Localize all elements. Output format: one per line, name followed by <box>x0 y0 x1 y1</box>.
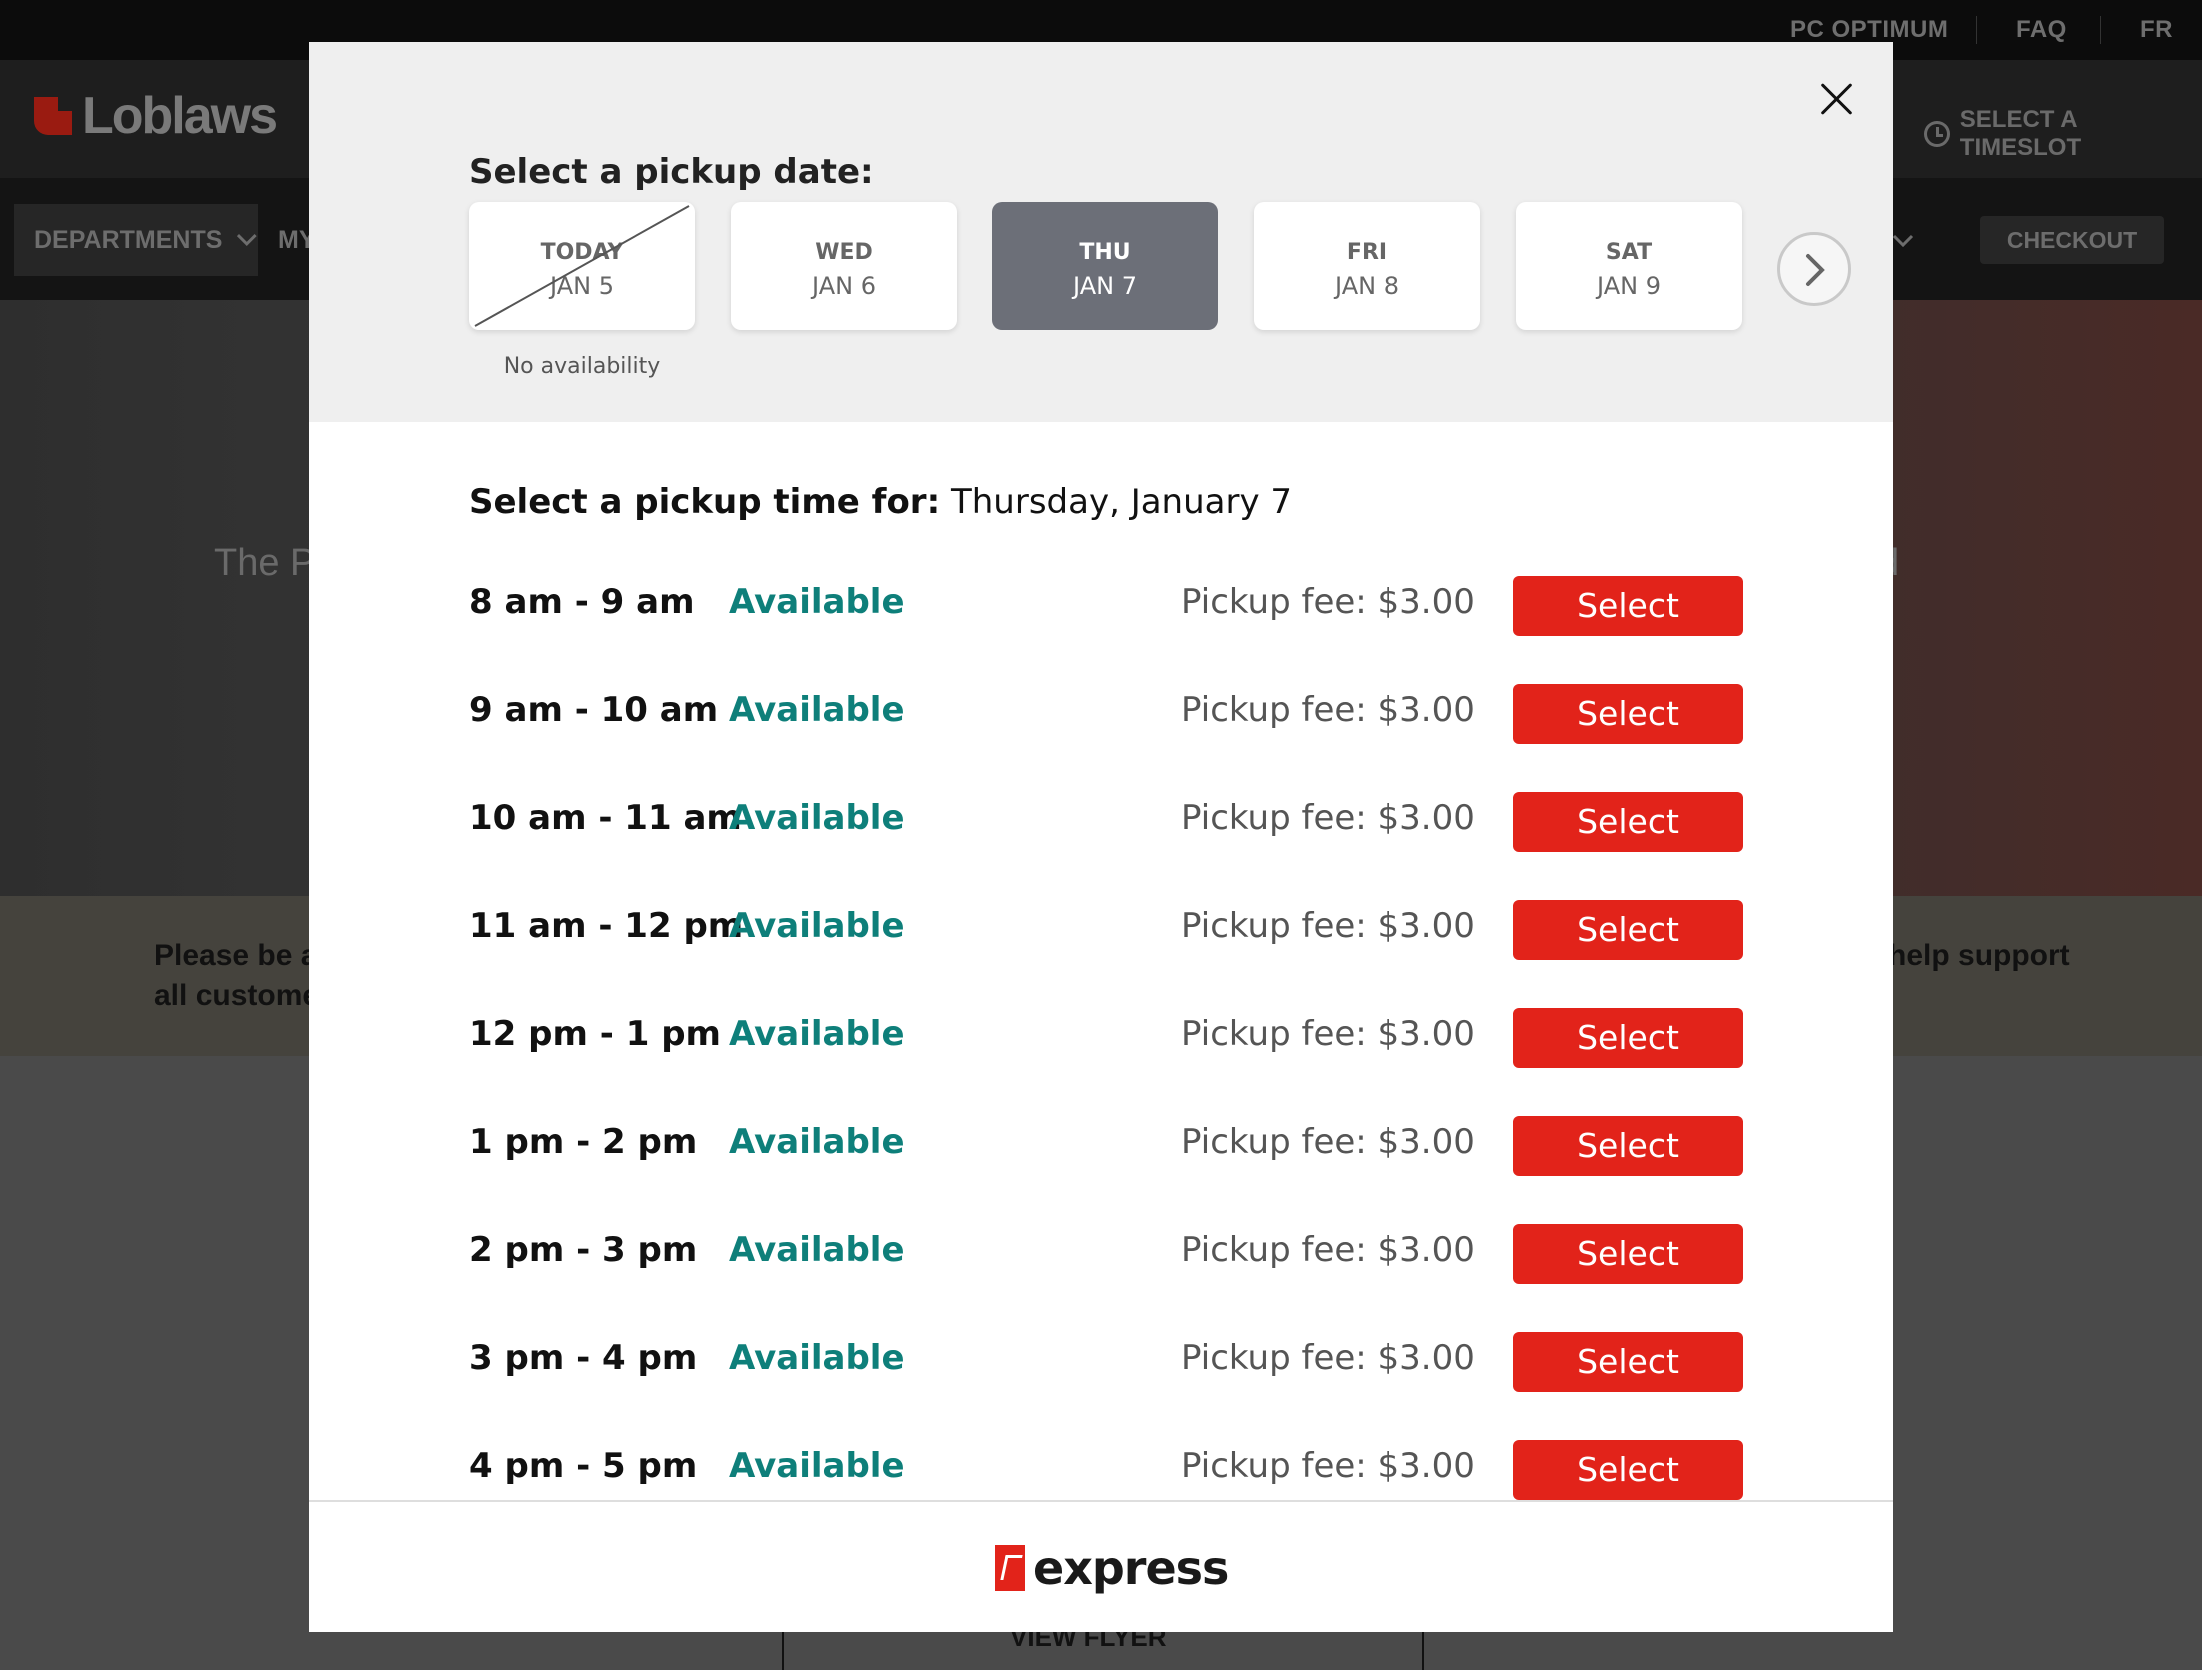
language-link[interactable]: FR <box>2140 0 2173 60</box>
timeslot-row: 8 am - 9 am Available Pickup fee: $3.00 … <box>309 552 1893 660</box>
select-button[interactable]: Select <box>1513 1224 1743 1284</box>
timeslot-row: 11 am - 12 pm Available Pickup fee: $3.0… <box>309 876 1893 984</box>
slot-status: Available <box>729 690 905 730</box>
next-dates-button[interactable] <box>1777 232 1851 306</box>
brand-mark-icon <box>34 97 72 135</box>
date-card-today: TODAY JAN 5 <box>469 202 695 330</box>
date-day: THU <box>1079 240 1131 265</box>
departments-menu[interactable]: DEPARTMENTS <box>14 204 258 276</box>
slot-time: 3 pm - 4 pm <box>469 1338 698 1378</box>
slot-status: Available <box>729 798 905 838</box>
checkout-button[interactable]: CHECKOUT <box>1980 216 2164 264</box>
brand-logo[interactable]: Loblaws <box>34 87 278 145</box>
slot-time: 4 pm - 5 pm <box>469 1446 698 1486</box>
date-value: JAN 8 <box>1335 272 1399 300</box>
departments-label: DEPARTMENTS <box>34 225 223 254</box>
select-button[interactable]: Select <box>1513 684 1743 744</box>
select-button[interactable]: Select <box>1513 1116 1743 1176</box>
select-timeslot-link[interactable]: SELECT A TIMESLOT <box>1924 106 2202 161</box>
timeslot-row: 9 am - 10 am Available Pickup fee: $3.00… <box>309 660 1893 768</box>
select-button[interactable]: Select <box>1513 1332 1743 1392</box>
chevron-right-icon <box>1806 254 1825 286</box>
slot-status: Available <box>729 582 905 622</box>
strikethrough-icon <box>474 205 690 327</box>
slot-status: Available <box>729 1014 905 1054</box>
date-heading: Select a pickup date: <box>469 152 874 192</box>
select-button[interactable]: Select <box>1513 576 1743 636</box>
divider <box>1976 16 1977 44</box>
brand-name: Loblaws <box>82 87 278 145</box>
slot-fee: Pickup fee: $3.00 <box>1181 1446 1475 1486</box>
select-button[interactable]: Select <box>1513 1008 1743 1068</box>
slot-time: 2 pm - 3 pm <box>469 1230 698 1270</box>
slot-time: 11 am - 12 pm <box>469 906 744 946</box>
date-day: SAT <box>1605 240 1653 265</box>
chevron-down-icon <box>1892 224 1914 255</box>
slot-time: 9 am - 10 am <box>469 690 719 730</box>
slot-fee: Pickup fee: $3.00 <box>1181 798 1475 838</box>
slot-status: Available <box>729 1338 905 1378</box>
close-icon[interactable] <box>1809 72 1863 126</box>
slot-fee: Pickup fee: $3.00 <box>1181 906 1475 946</box>
faq-link[interactable]: FAQ <box>2016 0 2067 60</box>
notice-line: all customer <box>154 979 314 1012</box>
timeslot-row: 10 am - 11 am Available Pickup fee: $3.0… <box>309 768 1893 876</box>
slot-status: Available <box>729 906 905 946</box>
slot-fee: Pickup fee: $3.00 <box>1181 1338 1475 1378</box>
timeslot-row: 1 pm - 2 pm Available Pickup fee: $3.00 … <box>309 1092 1893 1200</box>
modal-footer: express <box>309 1500 1893 1632</box>
notice-text-left: Please be aw all customer <box>154 936 314 1016</box>
pickup-modal: Select a pickup date: TODAY JAN 5 WED JA… <box>309 42 1893 1632</box>
timeslot-row: 12 pm - 1 pm Available Pickup fee: $3.00… <box>309 984 1893 1092</box>
date-card-sat[interactable]: SAT JAN 9 <box>1516 202 1742 330</box>
time-heading: Select a pickup time for: Thursday, Janu… <box>469 482 1292 522</box>
slot-status: Available <box>729 1230 905 1270</box>
date-value: JAN 7 <box>1073 272 1137 300</box>
select-button[interactable]: Select <box>1513 792 1743 852</box>
date-value: JAN 6 <box>812 272 876 300</box>
select-button[interactable]: Select <box>1513 900 1743 960</box>
slot-fee: Pickup fee: $3.00 <box>1181 1014 1475 1054</box>
chevron-down-icon <box>237 234 258 246</box>
select-button[interactable]: Select <box>1513 1440 1743 1500</box>
timeslot-list[interactable]: 8 am - 9 am Available Pickup fee: $3.00 … <box>309 552 1893 1542</box>
time-heading-date: Thursday, January 7 <box>950 482 1293 522</box>
timeslot-row: 3 pm - 4 pm Available Pickup fee: $3.00 … <box>309 1308 1893 1416</box>
slot-fee: Pickup fee: $3.00 <box>1181 582 1475 622</box>
date-value: JAN 9 <box>1597 272 1661 300</box>
date-card-wed[interactable]: WED JAN 6 <box>731 202 957 330</box>
no-availability-note: No availability <box>503 354 661 379</box>
date-card-fri[interactable]: FRI JAN 8 <box>1254 202 1480 330</box>
notice-text-right: help support <box>1888 939 2070 972</box>
notice-line: Please be aw <box>154 939 314 972</box>
express-wordmark: express <box>1033 1541 1229 1595</box>
clock-icon <box>1924 121 1950 147</box>
date-picker-section: Select a pickup date: TODAY JAN 5 WED JA… <box>309 42 1893 422</box>
slot-fee: Pickup fee: $3.00 <box>1181 1230 1475 1270</box>
express-logo: express <box>995 1540 1229 1596</box>
date-day: FRI <box>1346 240 1388 265</box>
timeslot-row: 2 pm - 3 pm Available Pickup fee: $3.00 … <box>309 1200 1893 1308</box>
slot-time: 10 am - 11 am <box>469 798 742 838</box>
slot-time: 1 pm - 2 pm <box>469 1122 698 1162</box>
slot-fee: Pickup fee: $3.00 <box>1181 1122 1475 1162</box>
slot-status: Available <box>729 1122 905 1162</box>
timeslot-label: SELECT A TIMESLOT <box>1959 106 2082 161</box>
divider <box>2100 16 2101 44</box>
date-day: WED <box>815 240 873 265</box>
pc-logo-icon <box>995 1545 1025 1591</box>
slot-status: Available <box>729 1446 905 1486</box>
hero-text-left: The P <box>214 542 316 584</box>
time-heading-label: Select a pickup time for: <box>469 482 941 522</box>
date-card-thu[interactable]: THU JAN 7 <box>992 202 1218 330</box>
slot-fee: Pickup fee: $3.00 <box>1181 690 1475 730</box>
slot-time: 8 am - 9 am <box>469 582 695 622</box>
slot-time: 12 pm - 1 pm <box>469 1014 721 1054</box>
